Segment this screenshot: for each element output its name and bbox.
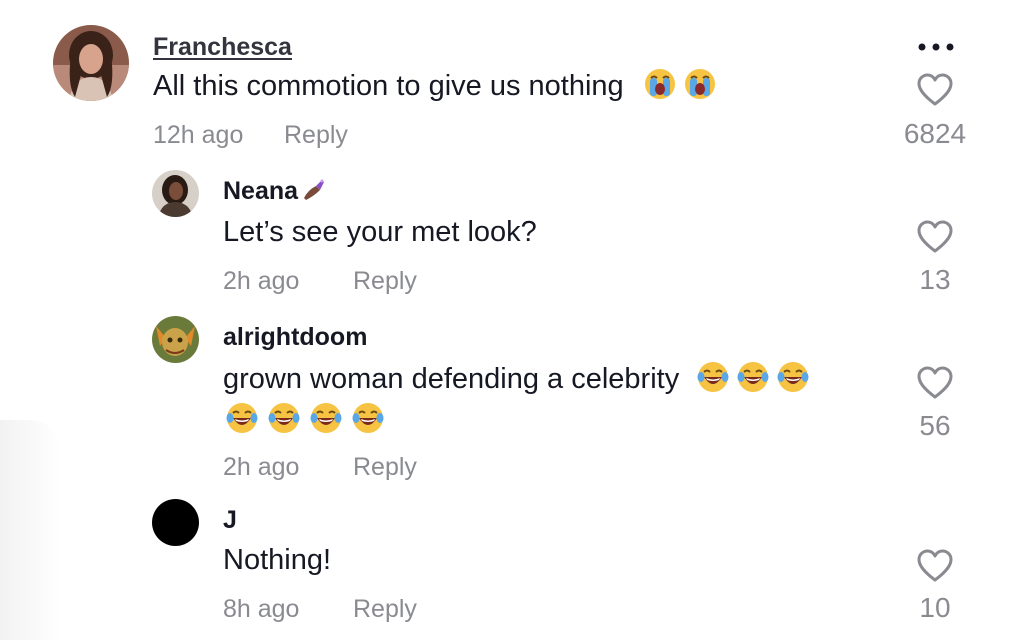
avatar[interactable]: [152, 316, 199, 363]
like-count: 10: [919, 592, 951, 623]
comment-text: grown woman defending a celebrity: [223, 361, 809, 397]
comment-timestamp: 12h ago: [153, 121, 244, 149]
loudly-crying-face-icon: [684, 69, 715, 99]
comment-text-content: All this commotion to give us nothing: [153, 70, 624, 102]
comment-username-row: Neana: [223, 176, 326, 206]
comment-text: Let’s see your met look?: [223, 216, 537, 248]
reply-button[interactable]: Reply: [284, 120, 348, 150]
face-with-tears-of-joy-icon: [697, 362, 729, 392]
comment-username[interactable]: alrightdoom: [223, 322, 367, 352]
comment-text: Nothing!: [223, 544, 332, 576]
comment-username[interactable]: Franchesca: [153, 32, 292, 62]
comment-timestamp: 2h ago: [223, 453, 300, 481]
face-with-tears-of-joy-icon: [737, 362, 769, 392]
like-heart-icon[interactable]: [917, 366, 953, 400]
face-with-tears-of-joy-icon: [352, 403, 384, 433]
loudly-crying-face-icon: [644, 69, 675, 99]
avatar[interactable]: [152, 170, 199, 217]
comment-timestamp: 2h ago: [223, 267, 300, 295]
like-heart-icon[interactable]: [917, 549, 953, 583]
emoji-row: [226, 402, 384, 443]
like-count: 6824: [903, 118, 967, 149]
face-with-tears-of-joy-icon: [268, 403, 300, 433]
comment-username[interactable]: J: [223, 505, 237, 535]
like-heart-icon[interactable]: [917, 73, 953, 107]
avatar[interactable]: [53, 25, 129, 101]
reply-button[interactable]: Reply: [353, 266, 417, 296]
like-count: 13: [919, 264, 951, 295]
face-with-tears-of-joy-icon: [777, 362, 809, 392]
comment-timestamp: 8h ago: [223, 595, 300, 623]
face-with-tears-of-joy-icon: [310, 403, 342, 433]
left-edge-shadow: [0, 420, 60, 640]
face-with-tears-of-joy-icon: [226, 403, 258, 433]
like-count: 56: [919, 410, 951, 441]
nail-polish-icon: [304, 179, 325, 200]
comment-username[interactable]: Neana: [223, 177, 298, 205]
avatar-photo: [152, 170, 199, 217]
avatar-photo: [53, 25, 129, 101]
avatar[interactable]: [152, 499, 199, 546]
like-heart-icon[interactable]: [917, 220, 953, 254]
comment-text: All this commotion to give us nothing: [153, 68, 716, 104]
reply-button[interactable]: Reply: [353, 452, 417, 482]
reply-button[interactable]: Reply: [353, 594, 417, 624]
avatar-photo: [152, 316, 199, 363]
more-options-icon[interactable]: [915, 38, 957, 56]
comment-text-content: grown woman defending a celebrity: [223, 363, 680, 395]
